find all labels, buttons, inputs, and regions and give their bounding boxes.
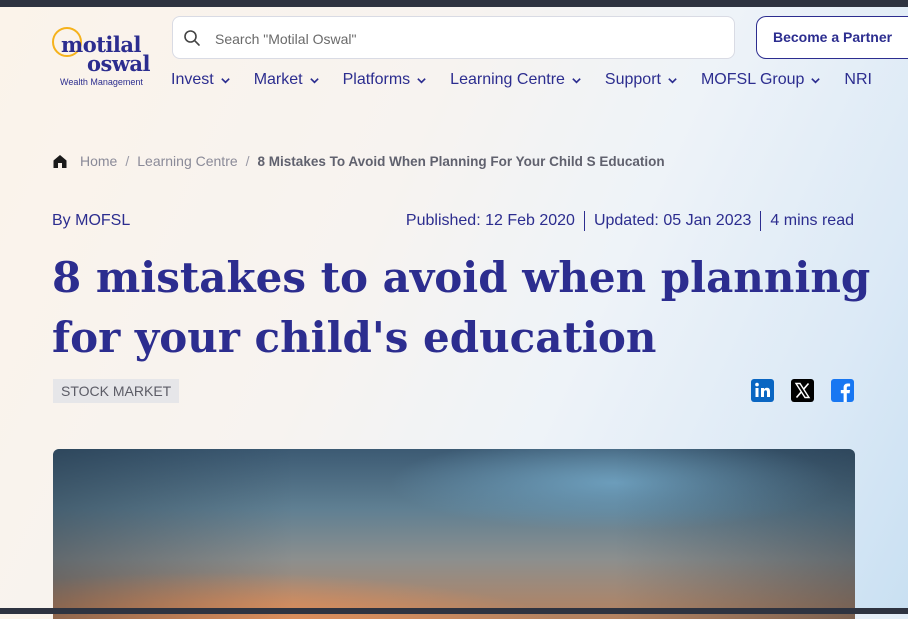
meta-divider (583, 211, 585, 231)
author-byline[interactable]: By MOFSL (52, 212, 130, 230)
nav-item-label: Invest (171, 71, 214, 88)
nav-item-mofsl-group[interactable]: MOFSL Group (701, 71, 821, 89)
read-time: 4 mins read (770, 212, 854, 229)
logo[interactable]: motilal oswal Wealth Management (52, 27, 160, 89)
chevron-down-icon (417, 77, 426, 84)
top-strip (0, 0, 908, 7)
linkedin-icon[interactable] (751, 379, 774, 402)
chevron-down-icon (668, 77, 677, 84)
breadcrumb: Home / Learning Centre / 8 Mistakes To A… (52, 153, 665, 169)
nav-item-label: Learning Centre (450, 71, 565, 88)
published-date: Published: 12 Feb 2020 (405, 212, 575, 229)
breadcrumb-learning-centre[interactable]: Learning Centre (137, 153, 237, 169)
nav-item-platforms[interactable]: Platforms (343, 71, 428, 89)
logo-text-line2: oswal (87, 51, 151, 76)
nav-item-market[interactable]: Market (254, 71, 320, 89)
logo-subtitle: Wealth Management (60, 77, 143, 87)
breadcrumb-home[interactable]: Home (80, 153, 117, 169)
nav-item-label: NRI (844, 71, 872, 88)
updated-date: Updated: 05 Jan 2023 (593, 212, 752, 229)
nav-item-invest[interactable]: Invest (171, 71, 231, 89)
main-nav: Invest Market Platforms Learning Centre … (171, 71, 895, 89)
nav-item-learning-centre[interactable]: Learning Centre (450, 71, 582, 89)
chevron-down-icon (309, 77, 319, 84)
facebook-icon[interactable] (831, 379, 854, 402)
search-icon (184, 30, 200, 46)
hero-image (53, 449, 855, 619)
nav-item-nri[interactable]: NRI (844, 71, 872, 89)
nav-item-label: Market (253, 71, 303, 88)
nav-item-label: MOFSL Group (700, 71, 805, 88)
meta-divider (760, 211, 762, 231)
category-tag[interactable]: STOCK MARKET (53, 379, 180, 403)
nav-item-label: Platforms (342, 71, 411, 88)
chevron-down-icon (811, 77, 821, 84)
article-meta: Published: 12 Feb 2020 Updated: 05 Jan 2… (406, 211, 854, 231)
breadcrumb-separator: / (125, 153, 130, 169)
chevron-down-icon (220, 77, 230, 84)
nav-item-support[interactable]: Support (605, 71, 678, 89)
nav-item-label: Support (604, 71, 661, 88)
bottom-strip (0, 608, 908, 614)
article-title: 8 mistakes to avoid when planning for yo… (52, 253, 871, 362)
search-bar[interactable] (172, 16, 735, 59)
chevron-down-icon (572, 77, 581, 84)
search-input[interactable] (213, 25, 717, 53)
breadcrumb-current: 8 Mistakes To Avoid When Planning For Yo… (257, 153, 665, 169)
x-icon[interactable] (791, 379, 814, 402)
become-partner-button[interactable]: Become a Partner (756, 16, 908, 59)
breadcrumb-separator: / (245, 153, 250, 169)
home-icon[interactable] (52, 153, 68, 169)
